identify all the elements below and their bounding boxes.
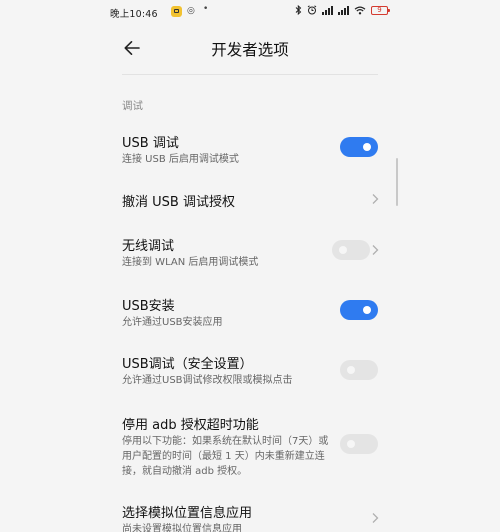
- phone-screen: 晚上10:46 ◎ • 9 开发者选项 调试 USB 调试 连接 USB 后启用…: [100, 0, 400, 532]
- toggle-knob: [363, 143, 371, 151]
- setting-title: 选择模拟位置信息应用: [122, 506, 253, 521]
- toggle-knob: [363, 306, 371, 314]
- setting-title: 无线调试: [122, 239, 175, 254]
- setting-title: 撤消 USB 调试授权: [122, 195, 235, 210]
- setting-title: USB 调试: [122, 136, 179, 151]
- setting-title: USB安装: [122, 299, 175, 314]
- status-icons: 9: [295, 5, 390, 15]
- setting-title: USB调试（安全设置）: [122, 357, 253, 372]
- setting-usb-debugging[interactable]: USB 调试 连接 USB 后启用调试模式: [100, 132, 400, 168]
- setting-revoke-usb-auth[interactable]: 撤消 USB 调试授权: [100, 191, 400, 211]
- notification-dot-icon: •: [203, 4, 209, 14]
- usb-debug-security-toggle[interactable]: [340, 360, 378, 380]
- alarm-icon: [307, 5, 317, 15]
- scrollbar[interactable]: [396, 158, 398, 206]
- bluetooth-icon: [295, 5, 302, 15]
- setting-subtitle: 连接到 WLAN 后启用调试模式: [122, 257, 259, 268]
- disable-adb-timeout-toggle[interactable]: [340, 434, 378, 454]
- setting-disable-adb-timeout[interactable]: 停用 adb 授权超时功能 停用以下功能：如果系统在默认时间（7天）或用户配置的…: [100, 414, 400, 480]
- toggle-knob: [347, 440, 355, 448]
- setting-subtitle: 尚未设置模拟位置信息应用: [122, 524, 242, 532]
- toggle-knob: [339, 246, 347, 254]
- usb-install-toggle[interactable]: [340, 300, 378, 320]
- status-bar: 晚上10:46 ◎ • 9: [100, 0, 400, 24]
- chevron-right-icon: [372, 245, 379, 255]
- notification-cloud-icon: ◎: [187, 6, 195, 16]
- setting-mock-location-app[interactable]: 选择模拟位置信息应用 尚未设置模拟位置信息应用: [100, 502, 400, 532]
- section-label-debug: 调试: [122, 100, 143, 112]
- setting-usb-install[interactable]: USB安装 允许通过USB安装应用: [100, 295, 400, 331]
- setting-subtitle: 停用以下功能：如果系统在默认时间（7天）或用户配置的时间（最短 1 天）内未重新…: [122, 436, 329, 477]
- setting-usb-debug-security[interactable]: USB调试（安全设置） 允许通过USB调试修改权限或模拟点击: [100, 353, 400, 389]
- signal-1-icon: [322, 5, 333, 15]
- setting-subtitle: 允许通过USB调试修改权限或模拟点击: [122, 375, 293, 386]
- toggle-knob: [347, 366, 355, 374]
- notification-app-icon: [171, 6, 182, 17]
- signal-2-icon: [338, 5, 349, 15]
- setting-title: 停用 adb 授权超时功能: [122, 418, 259, 433]
- battery-icon: 9: [371, 5, 390, 15]
- chevron-right-icon: [372, 194, 379, 204]
- setting-subtitle: 允许通过USB安装应用: [122, 317, 223, 328]
- status-time: 晚上10:46: [110, 9, 158, 20]
- setting-wireless-debugging[interactable]: 无线调试 连接到 WLAN 后启用调试模式: [100, 235, 400, 271]
- setting-subtitle: 连接 USB 后启用调试模式: [122, 154, 239, 165]
- chevron-right-icon: [372, 513, 379, 523]
- header-divider: [122, 74, 378, 75]
- wifi-icon: [354, 6, 366, 15]
- page-title: 开发者选项: [211, 41, 289, 59]
- app-header: 开发者选项: [100, 30, 400, 66]
- wireless-debugging-toggle[interactable]: [332, 240, 370, 260]
- usb-debugging-toggle[interactable]: [340, 137, 378, 157]
